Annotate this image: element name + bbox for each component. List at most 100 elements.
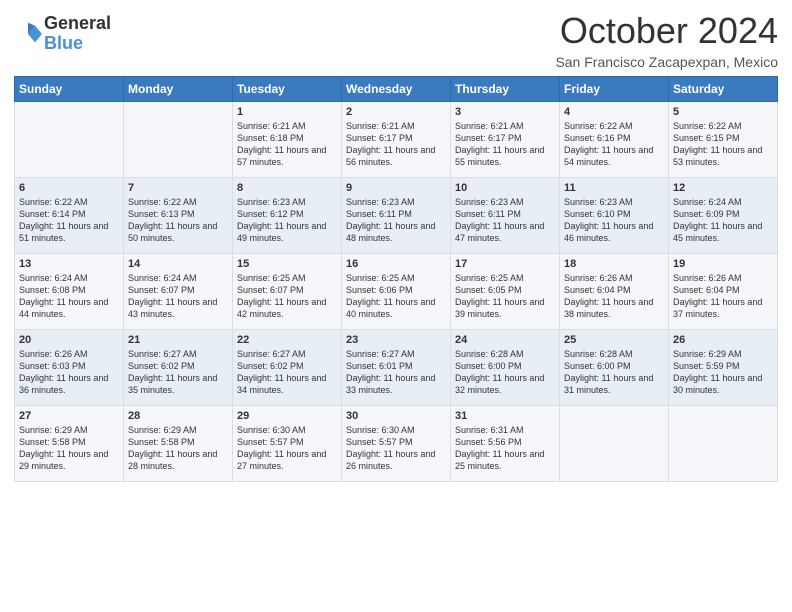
day-number: 21	[128, 334, 228, 346]
day-cell: 8 Sunrise: 6:23 AM Sunset: 6:12 PM Daylig…	[233, 178, 342, 254]
day-number: 8	[237, 182, 337, 194]
header-row: SundayMondayTuesdayWednesdayThursdayFrid…	[15, 77, 778, 102]
day-cell: 28 Sunrise: 6:29 AM Sunset: 5:58 PM Dayli…	[124, 406, 233, 482]
logo-blue: Blue	[44, 34, 111, 54]
day-info: Sunrise: 6:21 AM Sunset: 6:17 PM Dayligh…	[346, 120, 446, 169]
day-number: 18	[564, 258, 664, 270]
day-number: 3	[455, 106, 555, 118]
day-cell: 9Sunrise: 6:23 AM Sunset: 6:11 PM Daylig…	[342, 178, 451, 254]
logo-general: General	[44, 14, 111, 34]
day-info: Sunrise: 6:28 AM Sunset: 6:00 PM Dayligh…	[564, 348, 664, 397]
day-number: 20	[19, 334, 119, 346]
day-info: Sunrise: 6:23 AM Sunset: 6:10 PM Dayligh…	[564, 196, 664, 245]
day-cell: 27 Sunrise: 6:29 AM Sunset: 5:58 PM Dayli…	[15, 406, 124, 482]
day-info: Sunrise: 6:25 AM Sunset: 6:06 PM Dayligh…	[346, 272, 446, 321]
day-number: 26	[673, 334, 773, 346]
day-cell: 7Sunrise: 6:22 AM Sunset: 6:13 PM Daylig…	[124, 178, 233, 254]
day-header-sunday: Sunday	[15, 77, 124, 102]
day-cell	[124, 102, 233, 178]
day-cell: 23Sunrise: 6:27 AM Sunset: 6:01 PM Dayli…	[342, 330, 451, 406]
day-info: Sunrise: 6:29 AM Sunset: 5:59 PM Dayligh…	[673, 348, 773, 397]
day-number: 22	[237, 334, 337, 346]
day-cell: 11 Sunrise: 6:23 AM Sunset: 6:10 PM Dayli…	[560, 178, 669, 254]
day-info: Sunrise: 6:22 AM Sunset: 6:14 PM Dayligh…	[19, 196, 119, 245]
day-info: Sunrise: 6:23 AM Sunset: 6:11 PM Dayligh…	[455, 196, 555, 245]
day-cell: 29Sunrise: 6:30 AM Sunset: 5:57 PM Dayli…	[233, 406, 342, 482]
day-cell: 12Sunrise: 6:24 AM Sunset: 6:09 PM Dayli…	[669, 178, 778, 254]
day-number: 13	[19, 258, 119, 270]
day-info: Sunrise: 6:22 AM Sunset: 6:15 PM Dayligh…	[673, 120, 773, 169]
calendar-table: SundayMondayTuesdayWednesdayThursdayFrid…	[14, 76, 778, 482]
location: San Francisco Zacapexpan, Mexico	[555, 54, 778, 70]
day-number: 4	[564, 106, 664, 118]
day-cell: 15 Sunrise: 6:25 AM Sunset: 6:07 PM Dayli…	[233, 254, 342, 330]
day-info: Sunrise: 6:26 AM Sunset: 6:03 PM Dayligh…	[19, 348, 119, 397]
day-number: 28	[128, 410, 228, 422]
day-cell: 19Sunrise: 6:26 AM Sunset: 6:04 PM Dayli…	[669, 254, 778, 330]
day-info: Sunrise: 6:25 AM Sunset: 6:07 PM Dayligh…	[237, 272, 337, 321]
day-info: Sunrise: 6:25 AM Sunset: 6:05 PM Dayligh…	[455, 272, 555, 321]
day-info: Sunrise: 6:22 AM Sunset: 6:16 PM Dayligh…	[564, 120, 664, 169]
day-header-tuesday: Tuesday	[233, 77, 342, 102]
day-cell: 16Sunrise: 6:25 AM Sunset: 6:06 PM Dayli…	[342, 254, 451, 330]
day-number: 29	[237, 410, 337, 422]
day-number: 23	[346, 334, 446, 346]
day-cell	[15, 102, 124, 178]
week-row-3: 13 Sunrise: 6:24 AM Sunset: 6:08 PM Dayli…	[15, 254, 778, 330]
day-number: 15	[237, 258, 337, 270]
day-number: 5	[673, 106, 773, 118]
day-number: 14	[128, 258, 228, 270]
day-cell: 14Sunrise: 6:24 AM Sunset: 6:07 PM Dayli…	[124, 254, 233, 330]
day-number: 30	[346, 410, 446, 422]
day-cell: 13 Sunrise: 6:24 AM Sunset: 6:08 PM Dayli…	[15, 254, 124, 330]
day-info: Sunrise: 6:26 AM Sunset: 6:04 PM Dayligh…	[564, 272, 664, 321]
day-cell: 18 Sunrise: 6:26 AM Sunset: 6:04 PM Dayli…	[560, 254, 669, 330]
logo-text: General Blue	[44, 14, 111, 54]
day-number: 10	[455, 182, 555, 194]
day-info: Sunrise: 6:29 AM Sunset: 5:58 PM Dayligh…	[19, 424, 119, 473]
day-info: Sunrise: 6:27 AM Sunset: 6:02 PM Dayligh…	[237, 348, 337, 397]
day-info: Sunrise: 6:28 AM Sunset: 6:00 PM Dayligh…	[455, 348, 555, 397]
day-cell: 10 Sunrise: 6:23 AM Sunset: 6:11 PM Dayli…	[451, 178, 560, 254]
day-number: 1	[237, 106, 337, 118]
day-info: Sunrise: 6:23 AM Sunset: 6:12 PM Dayligh…	[237, 196, 337, 245]
day-info: Sunrise: 6:24 AM Sunset: 6:08 PM Dayligh…	[19, 272, 119, 321]
day-header-wednesday: Wednesday	[342, 77, 451, 102]
day-info: Sunrise: 6:29 AM Sunset: 5:58 PM Dayligh…	[128, 424, 228, 473]
week-row-4: 20 Sunrise: 6:26 AM Sunset: 6:03 PM Dayli…	[15, 330, 778, 406]
day-number: 24	[455, 334, 555, 346]
day-info: Sunrise: 6:21 AM Sunset: 6:17 PM Dayligh…	[455, 120, 555, 169]
day-info: Sunrise: 6:27 AM Sunset: 6:02 PM Dayligh…	[128, 348, 228, 397]
main-container: General Blue October 2024 San Francisco …	[0, 0, 792, 492]
month-title: October 2024	[555, 10, 778, 52]
day-cell: 6 Sunrise: 6:22 AM Sunset: 6:14 PM Daylig…	[15, 178, 124, 254]
day-header-friday: Friday	[560, 77, 669, 102]
day-number: 2	[346, 106, 446, 118]
day-header-saturday: Saturday	[669, 77, 778, 102]
logo-icon	[14, 20, 42, 48]
day-cell: 20 Sunrise: 6:26 AM Sunset: 6:03 PM Dayli…	[15, 330, 124, 406]
day-info: Sunrise: 6:23 AM Sunset: 6:11 PM Dayligh…	[346, 196, 446, 245]
day-cell	[669, 406, 778, 482]
day-cell: 17Sunrise: 6:25 AM Sunset: 6:05 PM Dayli…	[451, 254, 560, 330]
day-cell: 31 Sunrise: 6:31 AM Sunset: 5:56 PM Dayli…	[451, 406, 560, 482]
day-number: 6	[19, 182, 119, 194]
day-header-monday: Monday	[124, 77, 233, 102]
header: General Blue October 2024 San Francisco …	[14, 10, 778, 70]
day-number: 31	[455, 410, 555, 422]
day-cell: 26 Sunrise: 6:29 AM Sunset: 5:59 PM Dayli…	[669, 330, 778, 406]
day-number: 11	[564, 182, 664, 194]
day-info: Sunrise: 6:26 AM Sunset: 6:04 PM Dayligh…	[673, 272, 773, 321]
day-info: Sunrise: 6:31 AM Sunset: 5:56 PM Dayligh…	[455, 424, 555, 473]
week-row-5: 27 Sunrise: 6:29 AM Sunset: 5:58 PM Dayli…	[15, 406, 778, 482]
day-number: 25	[564, 334, 664, 346]
day-number: 7	[128, 182, 228, 194]
week-row-1: 1Sunrise: 6:21 AM Sunset: 6:18 PM Daylig…	[15, 102, 778, 178]
day-number: 27	[19, 410, 119, 422]
day-cell: 5 Sunrise: 6:22 AM Sunset: 6:15 PM Daylig…	[669, 102, 778, 178]
day-info: Sunrise: 6:30 AM Sunset: 5:57 PM Dayligh…	[346, 424, 446, 473]
day-cell	[560, 406, 669, 482]
day-info: Sunrise: 6:24 AM Sunset: 6:09 PM Dayligh…	[673, 196, 773, 245]
day-cell: 30 Sunrise: 6:30 AM Sunset: 5:57 PM Dayli…	[342, 406, 451, 482]
day-cell: 22 Sunrise: 6:27 AM Sunset: 6:02 PM Dayli…	[233, 330, 342, 406]
